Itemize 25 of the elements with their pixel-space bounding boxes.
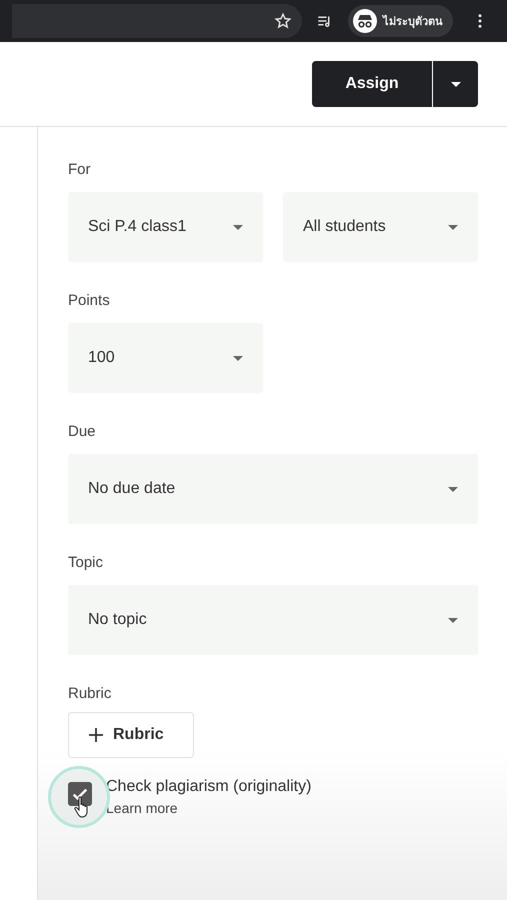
field-label: Points xyxy=(68,292,111,309)
assign-button[interactable]: Assign xyxy=(312,61,432,107)
dropdown-field[interactable]: Sci P.4 class1 xyxy=(68,192,263,262)
field-label: Topic xyxy=(68,554,104,571)
dropdown-caret-icon xyxy=(233,224,243,230)
field-label: For xyxy=(68,161,92,178)
field-label: Due xyxy=(68,423,97,440)
dropdown-field[interactable]: 100 xyxy=(68,323,263,393)
dropdown-field[interactable]: No due date xyxy=(68,454,478,524)
add-rubric-button[interactable]: Rubric xyxy=(68,712,194,758)
dropdown-caret-icon xyxy=(448,224,458,230)
caret-icon xyxy=(450,82,460,86)
dropdown-caret-icon xyxy=(448,486,458,492)
checkbox[interactable] xyxy=(68,782,92,806)
dropdown-caret-icon xyxy=(233,356,243,360)
incognito-icon xyxy=(353,9,377,33)
dropdown-caret-icon xyxy=(448,618,458,622)
field-label: Rubric xyxy=(68,685,112,702)
dropdown-field[interactable]: All students xyxy=(283,192,478,262)
plus-icon xyxy=(89,728,103,742)
hand-cursor-icon xyxy=(74,796,90,818)
star-icon[interactable] xyxy=(274,12,292,30)
incognito-chip[interactable]: ไม่ระบุตัวตน xyxy=(348,5,453,37)
checkbox-label: Check plagiarism (originality) xyxy=(106,778,312,796)
dropdown-field[interactable]: No topic xyxy=(68,585,478,655)
